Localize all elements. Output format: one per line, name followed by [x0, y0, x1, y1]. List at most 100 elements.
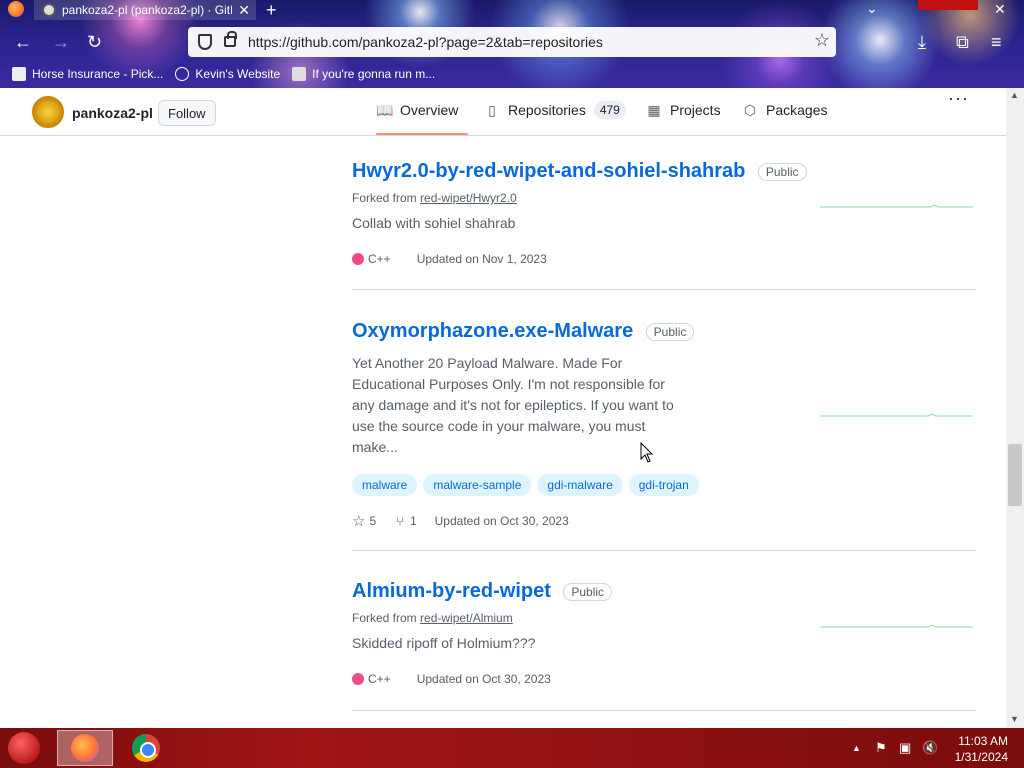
topic-tag[interactable]: gdi-malware: [537, 474, 623, 496]
scroll-up-arrow-icon[interactable]: ▲: [1010, 90, 1019, 100]
forked-prefix: Forked from: [352, 191, 417, 205]
screen: pankoza2-pl (pankoza2-pl) · GitHub ✕ + ⌄…: [0, 0, 1024, 768]
language-color-dot: [352, 673, 364, 685]
topic-tag[interactable]: gdi-trojan: [628, 474, 699, 496]
system-clock[interactable]: 11:03 AM 1/31/2024: [944, 733, 1008, 765]
reload-icon[interactable]: ↻: [87, 32, 102, 53]
avatar[interactable]: [32, 96, 64, 128]
bookmark-favicon-icon: [292, 67, 307, 81]
divider: [352, 289, 976, 290]
updated-date: Updated on Oct 30, 2023: [416, 672, 551, 686]
show-hidden-icons-icon[interactable]: ▲: [852, 743, 861, 753]
extensions-icon[interactable]: ⧉: [956, 32, 969, 53]
follow-button[interactable]: Follow: [158, 100, 216, 126]
tab-title: pankoza2-pl (pankoza2-pl) · GitHub: [62, 3, 232, 17]
activity-sparkline: [820, 624, 973, 628]
tab-label: Repositories: [508, 102, 586, 118]
bookmark-favicon-icon: [12, 67, 26, 81]
bookmark-item[interactable]: Kevin's Website: [175, 67, 280, 81]
github-favicon-icon: [42, 3, 56, 17]
clock-time: 11:03 AM: [958, 734, 1008, 748]
forward-arrow-icon[interactable]: →: [52, 32, 70, 53]
firefox-menu-icon[interactable]: [8, 1, 24, 17]
star-icon[interactable]: ☆: [352, 512, 365, 530]
tab-label: Projects: [670, 102, 721, 118]
tab-list-chevron-icon[interactable]: ⌄: [866, 0, 878, 17]
bookmark-label: Horse Insurance - Pick...: [32, 67, 164, 81]
topic-tag[interactable]: malware-sample: [423, 474, 532, 496]
bookmark-label: Kevin's Website: [195, 67, 281, 81]
network-icon[interactable]: ▣: [899, 740, 911, 756]
repo-meta: ☆ 5 ⑂ 1 Updated on Oct 30, 2023: [352, 512, 976, 530]
star-count[interactable]: 5: [369, 514, 376, 528]
back-arrow-icon[interactable]: ←: [14, 32, 32, 53]
tab-label: Overview: [400, 102, 459, 118]
tab-label: Packages: [766, 102, 828, 118]
language-label: C++: [368, 252, 391, 266]
activity-sparkline: [820, 204, 973, 208]
tab-packages[interactable]: ⬡ Packages: [742, 102, 828, 118]
bookmark-star-icon[interactable]: ☆: [814, 30, 830, 51]
taskbar: ▲ ⚑ ▣ 🔇 11:03 AM 1/31/2024: [0, 728, 1024, 768]
start-button-icon[interactable]: [8, 732, 40, 764]
fork-icon[interactable]: ⑂: [396, 514, 404, 529]
repo-name-link[interactable]: Hwyr2.0-by-red-wipet-and-sohiel-shahrab: [352, 160, 745, 183]
language-color-dot: [352, 253, 364, 265]
profile-username[interactable]: pankoza2-pl: [72, 105, 153, 121]
download-icon[interactable]: ⤓: [918, 32, 926, 53]
chrome-icon: [132, 734, 160, 762]
bookmark-label: If you're gonna run m...: [312, 67, 436, 81]
profile-sticky-header: pankoza2-pl Follow 📖 Overview ▯ Reposito…: [0, 88, 1006, 136]
globe-icon: [175, 67, 190, 81]
bookmark-item[interactable]: If you're gonna run m...: [292, 67, 435, 81]
forked-from-link[interactable]: red-wipet/Hwyr2.0: [420, 191, 517, 205]
firefox-icon: [71, 734, 99, 762]
window-close-icon[interactable]: ✕: [994, 1, 1006, 18]
window-controls-area: [918, 0, 978, 10]
repo-description: Yet Another 20 Payload Malware. Made For…: [352, 355, 674, 455]
topic-tag[interactable]: malware: [352, 474, 418, 496]
new-tab-icon[interactable]: +: [266, 0, 277, 21]
repo-name-link[interactable]: Oxymorphazone.exe-Malware: [352, 320, 633, 343]
active-tab-indicator: [376, 133, 468, 135]
visibility-badge: Public: [757, 162, 807, 181]
action-center-flag-icon[interactable]: ⚑: [875, 740, 887, 756]
browser-tab[interactable]: pankoza2-pl (pankoza2-pl) · GitHub ✕: [34, 0, 256, 20]
scroll-down-arrow-icon[interactable]: ▼: [1010, 714, 1019, 724]
forked-from-link[interactable]: red-wipet/Almium: [420, 611, 513, 625]
bookmarks-bar: Horse Insurance - Pick... Kevin's Websit…: [0, 62, 1024, 86]
tab-overview[interactable]: 📖 Overview: [376, 102, 458, 118]
hamburger-menu-icon[interactable]: ≡: [991, 32, 1002, 53]
book-icon: 📖: [376, 102, 394, 118]
more-options-icon[interactable]: ···: [948, 88, 969, 109]
tab-projects[interactable]: ▦ Projects: [646, 102, 721, 118]
tab-close-icon[interactable]: ✕: [238, 2, 250, 19]
repo-icon: ▯: [488, 102, 496, 118]
repo-meta: C++ Updated on Nov 1, 2023: [352, 252, 976, 266]
page-scrollbar[interactable]: ▲ ▼: [1006, 88, 1024, 728]
repo-name-link[interactable]: Almium-by-red-wipet: [352, 580, 551, 603]
updated-date: Updated on Oct 30, 2023: [434, 514, 569, 528]
table-icon: ▦: [647, 102, 661, 118]
fork-count[interactable]: 1: [410, 514, 417, 528]
tracking-shield-icon[interactable]: [198, 34, 212, 50]
divider: [352, 550, 976, 551]
repo-meta: C++ Updated on Oct 30, 2023: [352, 672, 976, 686]
package-icon: ⬡: [743, 102, 757, 118]
browser-chrome: pankoza2-pl (pankoza2-pl) · GitHub ✕ + ⌄…: [0, 0, 1024, 88]
url-text[interactable]: https://github.com/pankoza2-pl?page=2&ta…: [248, 34, 603, 50]
address-bar[interactable]: https://github.com/pankoza2-pl?page=2&ta…: [188, 27, 836, 57]
lock-icon[interactable]: [224, 31, 237, 47]
scrollbar-thumb[interactable]: [1008, 444, 1022, 506]
taskbar-firefox[interactable]: [57, 730, 113, 766]
forked-prefix: Forked from: [352, 611, 417, 625]
bookmark-item[interactable]: Horse Insurance - Pick...: [12, 67, 163, 81]
topic-list: malware malware-sample gdi-malware gdi-t…: [352, 474, 976, 496]
repo-description: Skidded ripoff of Holmium???: [352, 635, 536, 651]
tab-repositories[interactable]: ▯ Repositories 479: [484, 101, 626, 119]
divider: [352, 710, 976, 711]
github-page: pankoza2-pl Follow 📖 Overview ▯ Reposito…: [0, 88, 1006, 728]
volume-muted-icon[interactable]: 🔇: [922, 740, 938, 756]
updated-date: Updated on Nov 1, 2023: [416, 252, 547, 266]
taskbar-chrome[interactable]: [118, 730, 174, 766]
